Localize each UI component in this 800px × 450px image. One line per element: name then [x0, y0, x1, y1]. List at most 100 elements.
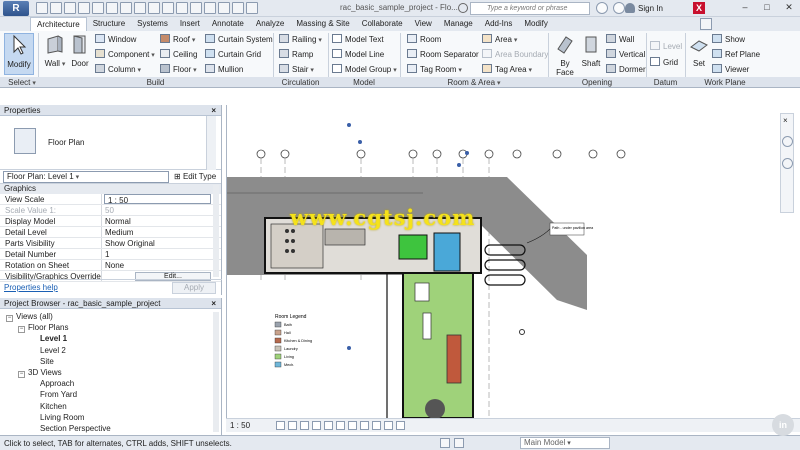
visual-style-icon[interactable]: [288, 421, 297, 430]
browser-item[interactable]: − Floor Plans: [18, 323, 68, 334]
curtain-system-button[interactable]: Curtain System: [205, 34, 273, 45]
property-value[interactable]: Show Original: [102, 238, 221, 248]
view-scale-input[interactable]: 1 : 50: [104, 194, 211, 205]
dimension-icon[interactable]: [134, 2, 146, 14]
exchange-apps-icon[interactable]: X: [693, 2, 705, 14]
type-selector[interactable]: Floor Plan: [0, 116, 221, 170]
browser-item[interactable]: −3D Views: [18, 368, 62, 378]
tab-architecture[interactable]: Architecture: [30, 17, 87, 31]
by-face-button[interactable]: By Face: [552, 33, 578, 77]
properties-help-link[interactable]: Properties help: [4, 283, 58, 292]
expand-toggle-icon[interactable]: −: [18, 326, 25, 334]
ramp-button[interactable]: Ramp: [279, 49, 313, 60]
drawing-canvas[interactable]: Path - under pavilion area Room Legend B…: [226, 105, 800, 418]
viewer-button[interactable]: Viewer: [712, 64, 749, 75]
view-scale-button[interactable]: 1 : 50: [230, 421, 250, 430]
room-separator-button[interactable]: Room Separator: [407, 49, 479, 60]
ceiling-button[interactable]: Ceiling: [160, 49, 197, 60]
highlight-displacement-icon[interactable]: [396, 421, 405, 430]
search-icon[interactable]: [458, 3, 468, 13]
binoculars-icon[interactable]: [596, 2, 608, 14]
grid-button[interactable]: Grid: [650, 57, 678, 68]
browser-item[interactable]: − Views (all): [6, 312, 53, 322]
customize-qat-icon[interactable]: [246, 2, 258, 14]
edit-type-button[interactable]: ⊞ Edit Type: [174, 172, 216, 181]
floor-plan-drawing[interactable]: Path - under pavilion area Room Legend B…: [227, 105, 800, 418]
property-value[interactable]: None: [102, 260, 221, 270]
close-button[interactable]: ✕: [778, 0, 800, 14]
open-icon[interactable]: [36, 2, 48, 14]
close-icon[interactable]: ×: [783, 116, 788, 125]
application-menu-button[interactable]: R: [3, 1, 29, 16]
tab-analyze[interactable]: Analyze: [250, 17, 290, 31]
print-icon[interactable]: [106, 2, 118, 14]
roof-button[interactable]: Roof: [160, 34, 195, 45]
type-selector-scroll[interactable]: [206, 116, 216, 170]
show-work-plane-button[interactable]: Show: [712, 34, 745, 45]
stair-button[interactable]: Stair: [279, 64, 314, 75]
project-browser-scrollbar[interactable]: [213, 312, 219, 432]
area-button[interactable]: Area: [482, 34, 517, 45]
ref-plane-button[interactable]: Ref Plane: [712, 49, 760, 60]
level-button[interactable]: Level: [650, 41, 682, 52]
detail-level-icon[interactable]: [276, 421, 285, 430]
component-button[interactable]: Component: [95, 49, 155, 60]
redo-icon[interactable]: [92, 2, 104, 14]
measure-icon[interactable]: [120, 2, 132, 14]
browser-item[interactable]: Level 2: [40, 346, 66, 356]
browser-item[interactable]: Kitchen: [40, 402, 67, 412]
temp-hide-icon[interactable]: [360, 421, 369, 430]
save-icon[interactable]: [50, 2, 62, 14]
select-panel-label[interactable]: Select: [6, 77, 38, 89]
model-group-button[interactable]: Model Group: [332, 64, 397, 75]
browser-item[interactable]: From Yard: [40, 390, 77, 400]
instance-filter-dropdown[interactable]: Floor Plan: Level 1: [3, 171, 169, 183]
column-button[interactable]: Column: [95, 64, 141, 75]
text-icon[interactable]: [162, 2, 174, 14]
help-search-input[interactable]: Type a keyword or phrase: [470, 2, 590, 15]
mullion-button[interactable]: Mullion: [205, 64, 243, 75]
tab-view[interactable]: View: [409, 17, 438, 31]
minimize-button[interactable]: –: [734, 0, 756, 14]
browser-item[interactable]: Level 1: [40, 334, 67, 344]
shaft-button[interactable]: Shaft: [578, 33, 604, 68]
3d-view-icon[interactable]: [176, 2, 188, 14]
worksets-icon[interactable]: [440, 438, 450, 448]
property-value[interactable]: 1: [102, 249, 221, 259]
reveal-hidden-icon[interactable]: [372, 421, 381, 430]
floor-button[interactable]: Floor: [160, 64, 197, 75]
expand-toggle-icon[interactable]: −: [18, 371, 25, 378]
property-value[interactable]: Medium: [102, 227, 221, 237]
tab-insert[interactable]: Insert: [174, 17, 206, 31]
door-button[interactable]: Door: [68, 33, 92, 68]
apply-button[interactable]: Apply: [172, 282, 216, 294]
browser-item[interactable]: Section Perspective: [40, 424, 111, 434]
tab-massing-site[interactable]: Massing & Site: [290, 17, 355, 31]
thin-lines-icon[interactable]: [204, 2, 216, 14]
tab-add-ins[interactable]: Add-Ins: [479, 17, 519, 31]
switch-windows-icon[interactable]: [232, 2, 244, 14]
property-value[interactable]: Normal: [102, 216, 221, 226]
set-work-plane-button[interactable]: Set: [688, 33, 710, 68]
graphics-category[interactable]: Graphics: [0, 184, 221, 194]
curtain-grid-button[interactable]: Curtain Grid: [205, 49, 261, 60]
design-options-icon[interactable]: [454, 438, 464, 448]
maximize-button[interactable]: □: [756, 0, 778, 14]
dormer-button[interactable]: Dormer: [606, 64, 646, 75]
section-icon[interactable]: [190, 2, 202, 14]
browser-item[interactable]: Approach: [40, 379, 74, 389]
wall-opening-button[interactable]: Wall: [606, 34, 634, 45]
area-boundary-button[interactable]: Area Boundary: [482, 49, 548, 60]
show-crop-icon[interactable]: [336, 421, 345, 430]
room-area-panel-label[interactable]: Room & Area: [400, 77, 548, 89]
model-text-button[interactable]: Model Text: [332, 34, 384, 45]
tab-annotate[interactable]: Annotate: [206, 17, 250, 31]
zoom-icon[interactable]: [782, 158, 793, 169]
crop-view-icon[interactable]: [324, 421, 333, 430]
subscription-icon[interactable]: [613, 2, 625, 14]
tab-manage[interactable]: Manage: [438, 17, 479, 31]
browser-item[interactable]: Site: [40, 357, 54, 367]
tag-area-button[interactable]: Tag Area: [482, 64, 532, 75]
sync-icon[interactable]: [64, 2, 76, 14]
undo-icon[interactable]: [78, 2, 90, 14]
